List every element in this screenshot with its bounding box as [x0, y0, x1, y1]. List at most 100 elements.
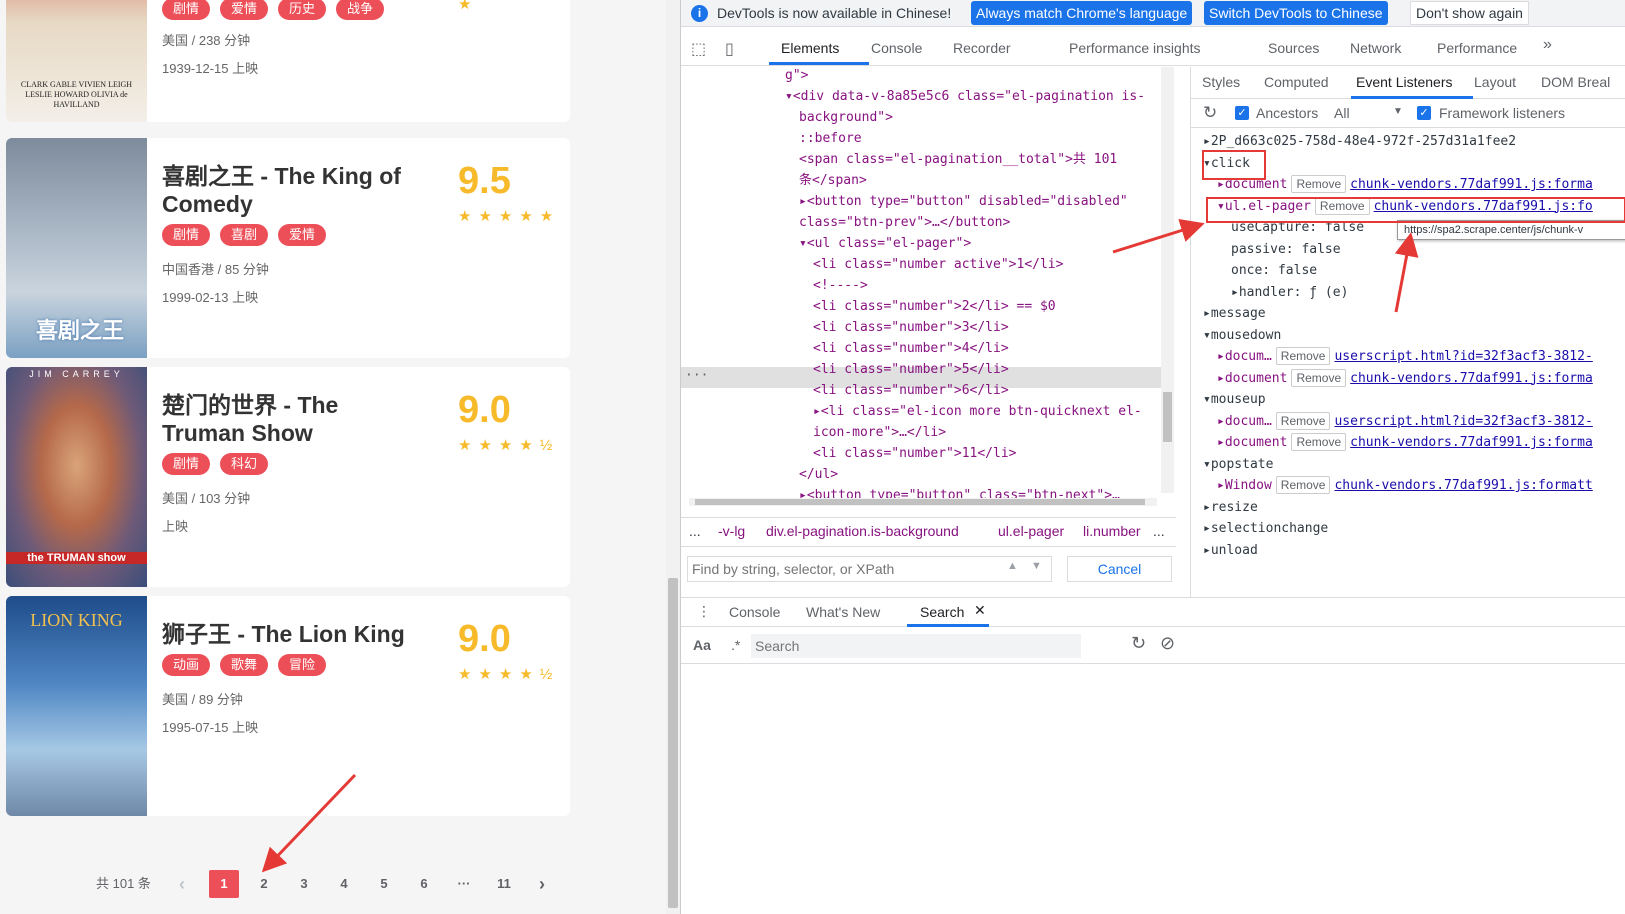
remove-listener-button[interactable]: Remove: [1275, 347, 1331, 365]
find-input[interactable]: [687, 556, 1052, 582]
tab-sources[interactable]: Sources: [1268, 40, 1319, 56]
filter-select[interactable]: All: [1334, 105, 1350, 121]
tab-performance-insights[interactable]: Performance insights: [1069, 40, 1201, 56]
tab-dom-breakpoints[interactable]: DOM Breal: [1541, 74, 1610, 90]
dom-line[interactable]: icon-more">…</li>: [813, 422, 946, 443]
remove-listener-button[interactable]: Remove: [1275, 476, 1331, 494]
movie-title[interactable]: 狮子王 - The Lion King: [162, 620, 422, 648]
remove-listener-button[interactable]: Remove: [1291, 368, 1347, 387]
dom-line[interactable]: background">: [799, 107, 893, 128]
dom-line[interactable]: 条</span>: [799, 170, 867, 191]
framework-checkbox[interactable]: ✓: [1417, 106, 1431, 120]
movie-card-lion-king[interactable]: LION KING 狮子王 - The Lion King 9.0 ★★★★½ …: [6, 596, 570, 816]
device-toolbar-icon[interactable]: ▯: [725, 39, 734, 59]
drawer-tab-console[interactable]: Console: [729, 604, 780, 620]
listener-row[interactable]: ▸Window Remove chunk-vendors.77daf991.js:f…: [1217, 476, 1593, 496]
listener-row[interactable]: ▸message: [1203, 304, 1266, 324]
breadcrumb-ellipsis[interactable]: ...: [689, 523, 701, 539]
movie-card-truman-show[interactable]: JIM CARREY the TRUMAN show 楚门的世界 - The T…: [6, 367, 570, 587]
tab-network[interactable]: Network: [1350, 40, 1401, 56]
movie-title[interactable]: 楚门的世界 - The Truman Show: [162, 391, 422, 447]
find-prev-icon[interactable]: ▲: [1007, 560, 1018, 572]
listener-row[interactable]: ▸2P_d663c025-758d-48e4-972f-257d31a1fee2: [1203, 132, 1516, 152]
drawer-tab-whats-new[interactable]: What's New: [806, 604, 880, 620]
match-language-button[interactable]: Always match Chrome's language: [971, 1, 1193, 25]
match-case-button[interactable]: Aa: [693, 637, 711, 653]
more-pages-button[interactable]: ···: [449, 870, 479, 898]
dom-line[interactable]: ▾<ul class="el-pager">: [799, 233, 971, 254]
node-menu-icon[interactable]: ···: [685, 365, 708, 386]
source-link[interactable]: chunk-vendors.77daf991.js:formatt: [1334, 478, 1592, 493]
dom-line[interactable]: class="btn-prev">…</button>: [799, 212, 1010, 233]
drawer-menu-icon[interactable]: ⋮: [697, 603, 711, 620]
listener-row[interactable]: ▸unload: [1203, 541, 1258, 561]
listener-row[interactable]: ▸handler: ƒ (e): [1231, 283, 1348, 303]
tab-layout[interactable]: Layout: [1474, 74, 1516, 90]
dom-line[interactable]: </ul>: [799, 464, 838, 485]
page-2-button[interactable]: 2: [249, 870, 279, 898]
page-11-button[interactable]: 11: [489, 870, 519, 898]
dom-line[interactable]: g">: [785, 65, 808, 86]
regex-button[interactable]: .*: [731, 637, 740, 653]
find-next-icon[interactable]: ▼: [1031, 560, 1042, 572]
elements-scrollbar-thumb[interactable]: [1163, 392, 1172, 442]
remove-listener-button[interactable]: Remove: [1291, 175, 1347, 193]
cancel-button[interactable]: Cancel: [1067, 556, 1172, 582]
page-6-button[interactable]: 6: [409, 870, 439, 898]
listener-row[interactable]: ▸document Remove chunk-vendors.77daf991.js…: [1217, 175, 1593, 195]
remove-listener-button[interactable]: Remove: [1275, 411, 1331, 430]
tab-computed[interactable]: Computed: [1264, 74, 1329, 90]
refresh-icon[interactable]: ↻: [1131, 633, 1146, 654]
movie-card-gone-with-the-wind[interactable]: CLARK GABLE VIVIEN LEIGH LESLIE HOWARD O…: [6, 0, 570, 122]
dom-line[interactable]: ▸<button type="button" disabled="disable…: [799, 191, 1128, 212]
breadcrumb-item[interactable]: ul.el-pager: [998, 523, 1064, 539]
tab-performance[interactable]: Performance: [1437, 40, 1517, 56]
prev-page-button[interactable]: ‹: [172, 870, 192, 898]
tab-elements[interactable]: Elements: [781, 40, 839, 56]
page-3-button[interactable]: 3: [289, 870, 319, 898]
clear-icon[interactable]: ⊘: [1160, 633, 1175, 654]
elements-scrollbar[interactable]: [1161, 67, 1174, 493]
dom-line[interactable]: <li class="number">5</li>: [813, 359, 1009, 380]
source-link[interactable]: chunk-vendors.77daf991.js:forma: [1350, 435, 1593, 450]
listener-row[interactable]: ▸selectionchange: [1203, 519, 1328, 539]
dom-line[interactable]: <li class="number">6</li>: [813, 380, 1009, 401]
listener-row[interactable]: ▾popstate: [1203, 455, 1273, 475]
source-link[interactable]: chunk-vendors.77daf991.js:forma: [1350, 371, 1593, 386]
breadcrumb-ellipsis[interactable]: ...: [1153, 523, 1165, 539]
listener-row[interactable]: ▸document Remove chunk-vendors.77daf991.js…: [1217, 368, 1593, 389]
dom-line[interactable]: ::before: [799, 128, 862, 149]
listener-row[interactable]: ▸resize: [1203, 498, 1258, 518]
listener-row[interactable]: ▸document Remove chunk-vendors.77daf991.js…: [1217, 433, 1593, 453]
listener-row[interactable]: ▾mouseup: [1203, 390, 1266, 410]
movie-title[interactable]: 喜剧之王 - The King of Comedy: [162, 162, 422, 218]
listener-row[interactable]: ▾mousedown: [1203, 326, 1281, 346]
breadcrumb-item[interactable]: -v-lg: [718, 523, 745, 539]
dom-line[interactable]: <li class="number">2</li> == $0: [813, 296, 1056, 317]
breadcrumb-item-active[interactable]: li.number: [1083, 523, 1141, 539]
source-link[interactable]: chunk-vendors.77daf991.js:forma: [1350, 177, 1593, 192]
movie-poster[interactable]: LION KING: [6, 596, 147, 816]
breadcrumb-item[interactable]: div.el-pagination.is-background: [766, 523, 959, 539]
dom-line[interactable]: <!---->: [813, 275, 868, 296]
remove-listener-button[interactable]: Remove: [1291, 433, 1347, 451]
next-page-button[interactable]: ›: [532, 870, 552, 898]
refresh-icon[interactable]: ↻: [1203, 103, 1217, 123]
scrollbar-thumb[interactable]: [668, 578, 678, 908]
tab-console[interactable]: Console: [871, 40, 922, 56]
page-scrollbar[interactable]: [666, 0, 680, 914]
page-4-button[interactable]: 4: [329, 870, 359, 898]
chevron-down-icon[interactable]: ▼: [1393, 106, 1403, 117]
ancestors-checkbox[interactable]: ✓: [1235, 106, 1249, 120]
listener-row[interactable]: once: false: [1231, 261, 1317, 281]
dom-line[interactable]: ▸<li class="el-icon more btn-quicknext e…: [813, 401, 1142, 422]
page-1-button[interactable]: 1: [209, 870, 239, 898]
movie-card-king-of-comedy[interactable]: 喜剧之王 喜剧之王 - The King of Comedy 9.5 ★★★★★…: [6, 138, 570, 358]
inspect-element-icon[interactable]: ⬚: [691, 39, 706, 59]
dom-line[interactable]: <li class="number">4</li>: [813, 338, 1009, 359]
search-input[interactable]: [751, 634, 1081, 658]
more-tabs-icon[interactable]: »: [1543, 36, 1552, 54]
movie-poster[interactable]: 喜剧之王: [6, 138, 147, 358]
movie-poster[interactable]: JIM CARREY the TRUMAN show: [6, 367, 147, 587]
dom-line[interactable]: ▾<div data-v-8a85e5c6 class="el-paginati…: [785, 86, 1145, 107]
